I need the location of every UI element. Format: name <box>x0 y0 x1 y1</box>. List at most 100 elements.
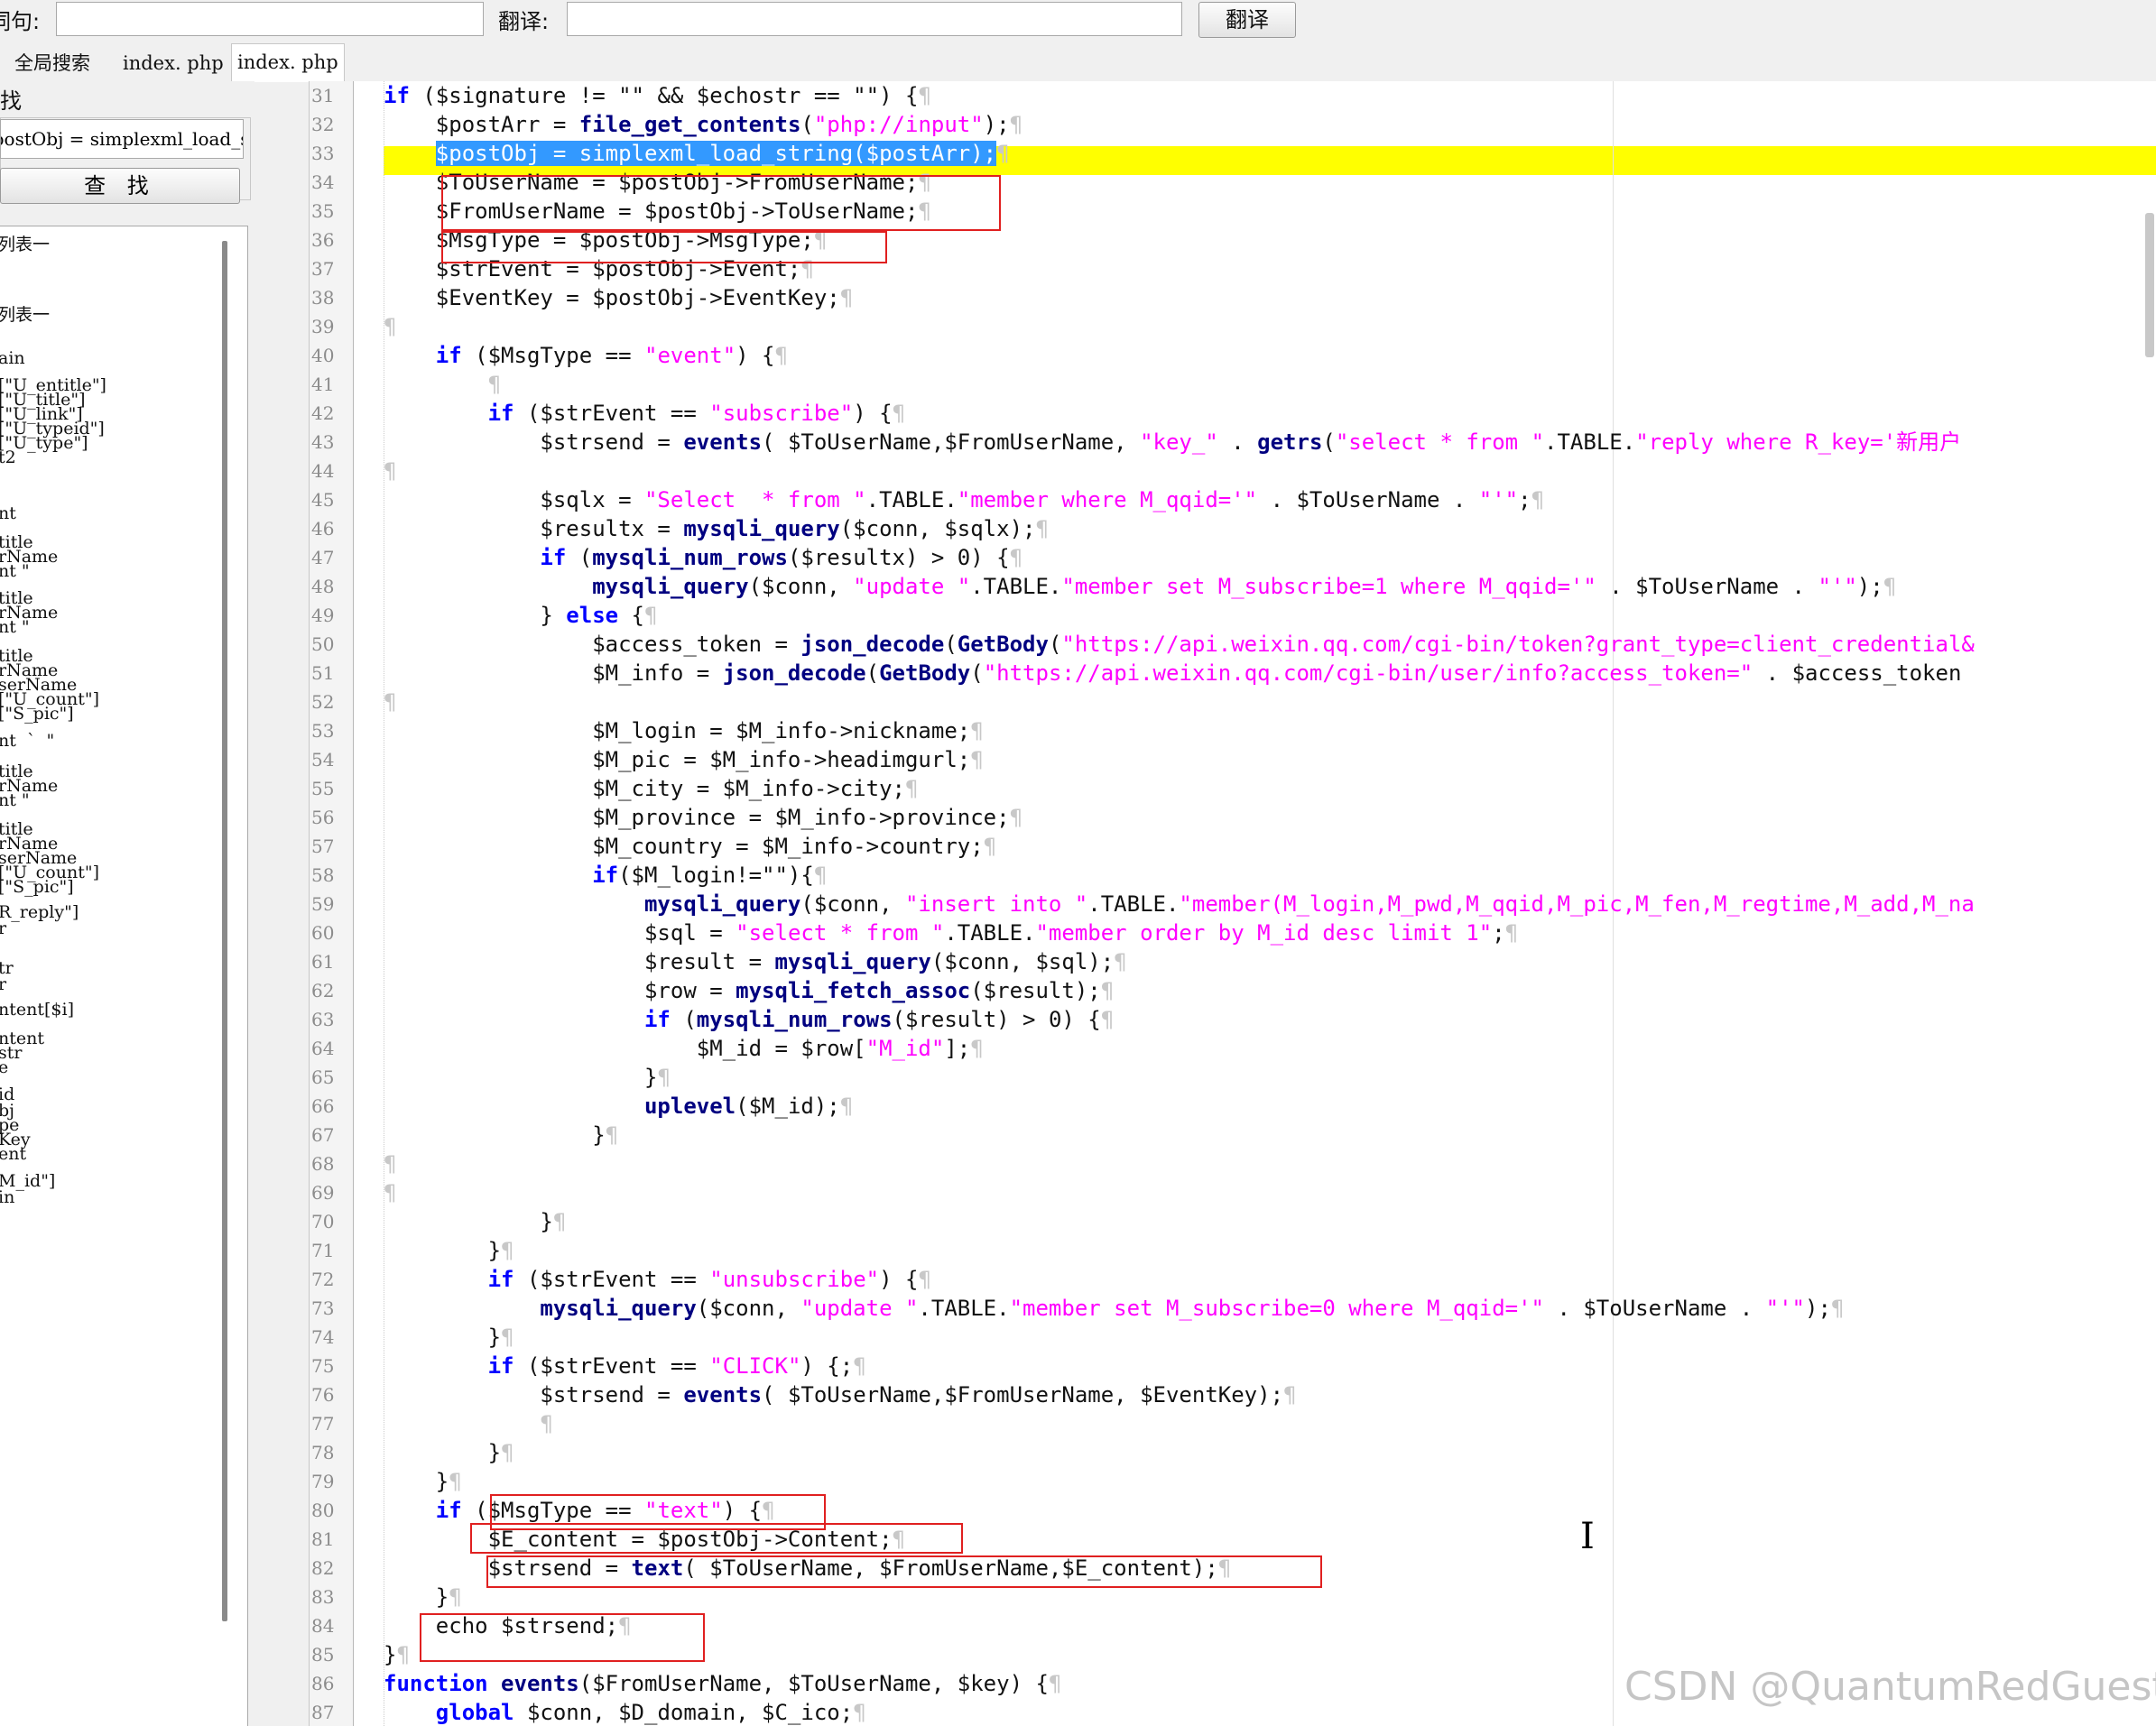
code-line[interactable]: ¶ <box>384 312 396 341</box>
code-line[interactable]: }¶ <box>384 1323 514 1352</box>
code-line[interactable]: mysqli_query($conn, "update ".TABLE."mem… <box>384 1294 1844 1323</box>
tree-item[interactable]: ["S_pic"] <box>0 703 74 725</box>
tree-item[interactable]: ent <box>0 1143 26 1165</box>
code-line[interactable]: $strsend = events( $ToUserName,$FromUser… <box>384 428 1961 457</box>
code-line[interactable]: $M_info = json_decode(GetBody("https://a… <box>384 659 1961 688</box>
code-line[interactable]: if (mysqli_num_rows($result) > 0) {¶ <box>384 1005 1114 1034</box>
code-line[interactable]: $postObj = simplexml_load_string($postAr… <box>384 139 1010 168</box>
code-token: if <box>435 343 462 368</box>
code-line[interactable]: }¶ <box>384 1583 462 1611</box>
line-number: 59 <box>311 893 335 915</box>
code-token: ¶ <box>657 1065 671 1090</box>
code-line[interactable]: mysqli_query($conn, "insert into ".TABLE… <box>384 890 1975 918</box>
code-line[interactable]: $postArr = file_get_contents("php://inpu… <box>384 110 1022 139</box>
code-line[interactable]: if (mysqli_num_rows($resultx) > 0) {¶ <box>384 543 1022 572</box>
code-line[interactable]: }¶ <box>384 1236 514 1265</box>
code-token: $access_token = <box>384 632 801 657</box>
code-line[interactable]: }¶ <box>384 1640 410 1669</box>
code-token: json_decode <box>800 632 945 657</box>
code-line[interactable]: $resultx = mysqli_query($conn, $sqlx);¶ <box>384 514 1049 543</box>
tree-item[interactable]: nt " <box>0 560 30 582</box>
code-editor[interactable]: 31 32 33 34 35 36 37 38 39 40 41 42 43 44 45 46 47 48 49 50… <box>309 81 2156 1726</box>
code-line[interactable]: $strsend = events( $ToUserName,$FromUser… <box>384 1380 1296 1409</box>
tree-item[interactable]: ain <box>0 347 25 369</box>
tab-index-php-2[interactable]: index. php <box>231 43 345 82</box>
code-line[interactable]: }¶ <box>384 1121 618 1149</box>
code-line[interactable]: $M_login = $M_info->nickname;¶ <box>384 716 983 745</box>
tree-item[interactable]: R_reply"] <box>0 901 79 923</box>
tree-item[interactable]: t2 <box>0 447 16 468</box>
code-line[interactable]: if ($strEvent == "subscribe") {¶ <box>384 399 905 428</box>
tree-item[interactable]: ["S_pic"] <box>0 876 74 898</box>
code-line[interactable]: ¶ <box>384 1149 396 1178</box>
code-line[interactable]: global $conn, $D_domain, $C_ico;¶ <box>384 1698 866 1726</box>
line-number: 55 <box>311 778 335 799</box>
code-line[interactable]: uplevel($M_id);¶ <box>384 1092 853 1121</box>
code-line[interactable]: }¶ <box>384 1063 671 1092</box>
find-button[interactable]: 查 找 <box>0 168 240 204</box>
tree-item[interactable]: ntent[$i] <box>0 999 74 1020</box>
editor-scrollbar-thumb[interactable] <box>2145 213 2154 357</box>
code-line[interactable]: $EventKey = $postObj->EventKey;¶ <box>384 283 853 312</box>
code-line[interactable]: if ($MsgType == "event") {¶ <box>384 341 788 370</box>
code-line[interactable]: if ($strEvent == "CLICK") {;¶ <box>384 1352 866 1380</box>
code-line[interactable]: ¶ <box>384 457 396 485</box>
tab-global-search[interactable]: 全局搜索 <box>9 47 96 79</box>
code-token: } <box>384 1122 606 1148</box>
line-number: 35 <box>311 200 335 222</box>
line-number: 84 <box>311 1615 335 1637</box>
code-token: .TABLE. <box>865 487 958 512</box>
code-line[interactable]: $M_country = $M_info->country;¶ <box>384 832 996 861</box>
code-line[interactable]: }¶ <box>384 1207 566 1236</box>
code-line[interactable]: }¶ <box>384 1438 514 1467</box>
query-input[interactable] <box>56 2 484 36</box>
tree-item[interactable]: nt ` " <box>0 730 54 752</box>
line-number: 56 <box>311 807 335 828</box>
tree-item[interactable]: 列表一 <box>0 234 50 255</box>
code-line[interactable]: if($M_login!=""){¶ <box>384 861 827 890</box>
code-line[interactable]: if ($strEvent == "unsubscribe") {¶ <box>384 1265 931 1294</box>
line-number: 67 <box>311 1124 335 1146</box>
code-token: ($conn, <box>800 891 905 917</box>
translate-button[interactable]: 翻译 <box>1198 2 1296 38</box>
code-line[interactable]: function events($FromUserName, $ToUserNa… <box>384 1669 1061 1698</box>
tree-item[interactable]: nt <box>0 503 16 524</box>
code-line[interactable]: ¶ <box>384 1409 552 1438</box>
tree-item[interactable]: nt " <box>0 789 30 811</box>
code-token: ($FromUserName, $ToUserName, $key) { <box>578 1671 1049 1696</box>
tree-item[interactable]: r <box>0 918 6 939</box>
code-line[interactable]: if ($signature != "" && $echostr == "") … <box>384 81 931 110</box>
tree-item[interactable]: r <box>0 974 6 995</box>
tree-scrollbar[interactable] <box>222 241 227 1621</box>
code-line[interactable]: }¶ <box>384 1467 462 1496</box>
code-token: } <box>384 1469 449 1494</box>
translate-input[interactable] <box>567 2 1182 36</box>
watermark: CSDN @QuantumRedGuest2 <box>1624 1664 2156 1710</box>
code-line[interactable]: ¶ <box>384 688 396 716</box>
code-line[interactable]: $row = mysqli_fetch_assoc($result);¶ <box>384 976 1114 1005</box>
code-line[interactable]: ¶ <box>384 370 501 399</box>
tree-item[interactable]: in <box>0 1186 14 1208</box>
code-line[interactable]: $sqlx = "Select * from ".TABLE."member w… <box>384 485 1544 514</box>
text-cursor-icon: I <box>1580 1516 1595 1557</box>
code-line[interactable]: mysqli_query($conn, "update ".TABLE."mem… <box>384 572 1896 601</box>
code-line[interactable]: ¶ <box>384 1178 396 1207</box>
tree-item[interactable]: 列表一 <box>0 304 50 326</box>
code-line[interactable]: $M_city = $M_info->city;¶ <box>384 774 918 803</box>
code-line[interactable]: } else {¶ <box>384 601 657 630</box>
code-token: ($conn, <box>748 574 854 599</box>
code-line[interactable]: $M_id = $row["M_id"];¶ <box>384 1034 984 1063</box>
code-line[interactable]: $sql = "select * from ".TABLE."member or… <box>384 918 1518 947</box>
tab-index-php-1[interactable]: index. php <box>117 47 229 79</box>
outline-tree[interactable]: 列表一 列表一 ain ["U_entitle"] ["U_title"] ["U_lin… <box>0 226 248 1726</box>
code-token: ¶ <box>384 314 397 339</box>
code-line[interactable]: $M_pic = $M_info->headimgurl;¶ <box>384 745 983 774</box>
line-number: 34 <box>311 171 335 193</box>
find-input[interactable]: $postObj = simplexml_load_st <box>0 119 244 159</box>
code-line[interactable]: $M_province = $M_info->province;¶ <box>384 803 1022 832</box>
code-area[interactable]: if ($signature != "" && $echostr == "") … <box>384 81 2156 1726</box>
code-line[interactable]: $access_token = json_decode(GetBody("htt… <box>384 630 1975 659</box>
tree-item[interactable]: e <box>0 1057 8 1078</box>
tree-item[interactable]: nt " <box>0 616 30 638</box>
code-line[interactable]: $result = mysqli_query($conn, $sql);¶ <box>384 947 1127 976</box>
